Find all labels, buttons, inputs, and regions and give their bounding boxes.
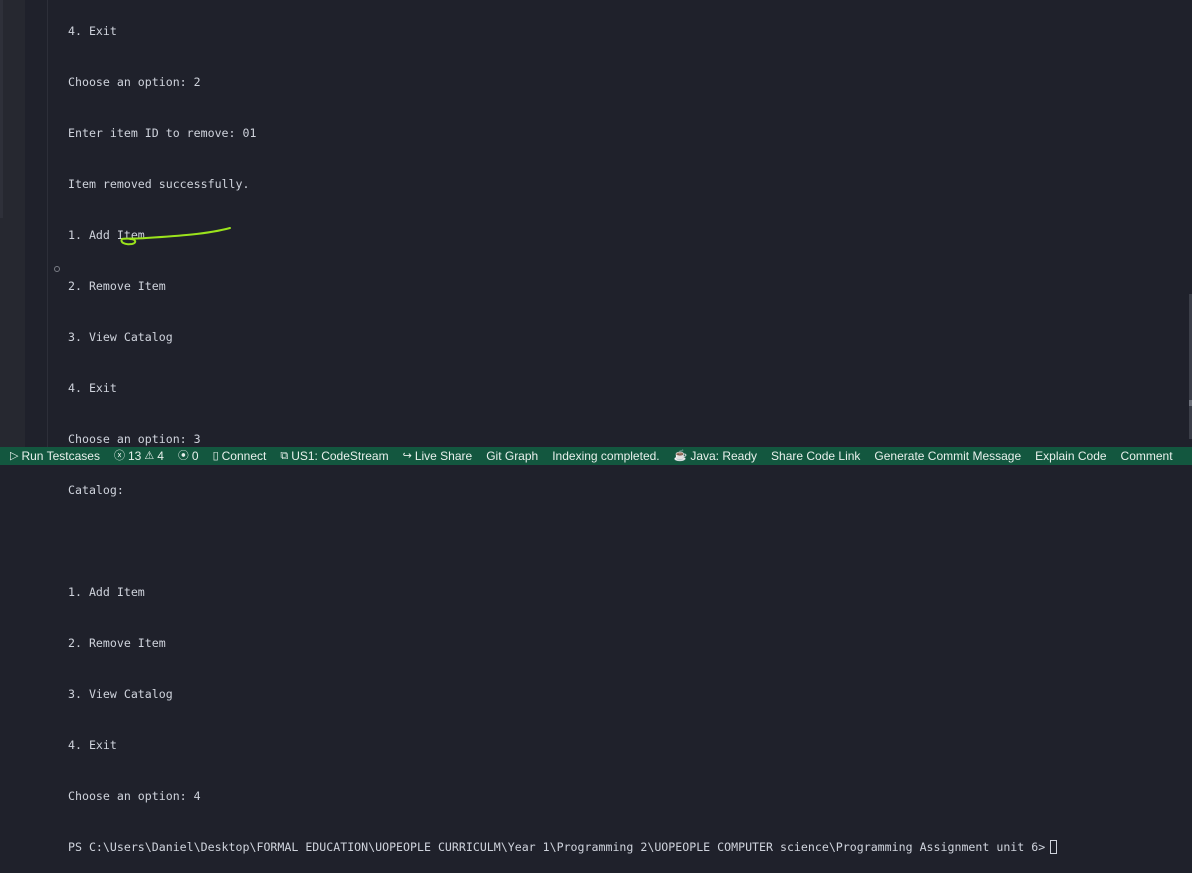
terminal-line: Choose an option: 2 (68, 75, 201, 89)
error-icon: ⓧ (113, 450, 125, 462)
comment-button[interactable]: Comment (1114, 447, 1180, 465)
terminal-line: 4. Exit (68, 24, 117, 38)
terminal-prompt-line[interactable]: PS C:\Users\Daniel\Desktop\FORMAL EDUCAT… (68, 839, 1058, 856)
terminal-line: 2. Remove Item (68, 279, 166, 293)
codestream-icon: ⧉ (280, 450, 289, 462)
command-decoration-icon[interactable] (54, 266, 60, 272)
terminal-line: Enter item ID to remove: 01 (68, 126, 257, 140)
play-icon: ▷ (10, 450, 19, 462)
terminal-line: Choose an option: 3 (68, 432, 201, 446)
side-panel-edge (0, 0, 25, 447)
terminal-line: Choose an option: 4 (68, 789, 201, 803)
terminal-line: 4. Exit (68, 381, 117, 395)
git-graph-button[interactable]: Git Graph (479, 447, 545, 465)
problems-button[interactable]: ⓧ 13 ⚠ 4 (107, 447, 171, 465)
warning-icon: ⚠ (144, 450, 155, 462)
generate-commit-message-button[interactable]: Generate Commit Message (867, 447, 1028, 465)
terminal-line: Item removed successfully. (68, 177, 250, 191)
explain-code-button[interactable]: Explain Code (1028, 447, 1113, 465)
terminal-cursor (1050, 840, 1058, 854)
terminal-line: 3. View Catalog (68, 687, 173, 701)
terminal-line: 4. Exit (68, 738, 117, 752)
status-bar: ▷ Run Testcases ⓧ 13 ⚠ 4 ⦿ 0 ▯ Connect ⧉ US1: C… (0, 447, 1192, 465)
share-code-link-button[interactable]: Share Code Link (764, 447, 867, 465)
terminal-line: 1. Add Item (68, 585, 145, 599)
side-panel-border (0, 0, 3, 218)
terminal-gutter-divider (47, 0, 48, 447)
indexing-status[interactable]: Indexing completed. (545, 447, 666, 465)
codestream-button[interactable]: ⧉ US1: CodeStream (273, 447, 395, 465)
coffee-icon: ☕ (673, 450, 688, 462)
ports-button[interactable]: ⦿ 0 (171, 447, 206, 465)
live-share-button[interactable]: ↪ Live Share (396, 447, 480, 465)
terminal-line: Catalog: (68, 483, 124, 497)
terminal-line: 3. View Catalog (68, 330, 173, 344)
connect-button[interactable]: ▯ Connect (206, 447, 274, 465)
live-share-icon: ↪ (402, 450, 412, 462)
green-annotation-scribble (120, 227, 231, 246)
run-testcases-button[interactable]: ▷ Run Testcases (0, 447, 107, 465)
terminal-output[interactable]: 4. Exit Choose an option: 2 Enter item I… (68, 0, 1058, 873)
terminal-prompt: PS C:\Users\Daniel\Desktop\FORMAL EDUCAT… (68, 840, 1046, 854)
broadcast-icon: ⦿ (177, 450, 189, 462)
terminal-line: 2. Remove Item (68, 636, 166, 650)
database-icon: ▯ (212, 450, 219, 462)
java-status[interactable]: ☕ Java: Ready (667, 447, 764, 465)
